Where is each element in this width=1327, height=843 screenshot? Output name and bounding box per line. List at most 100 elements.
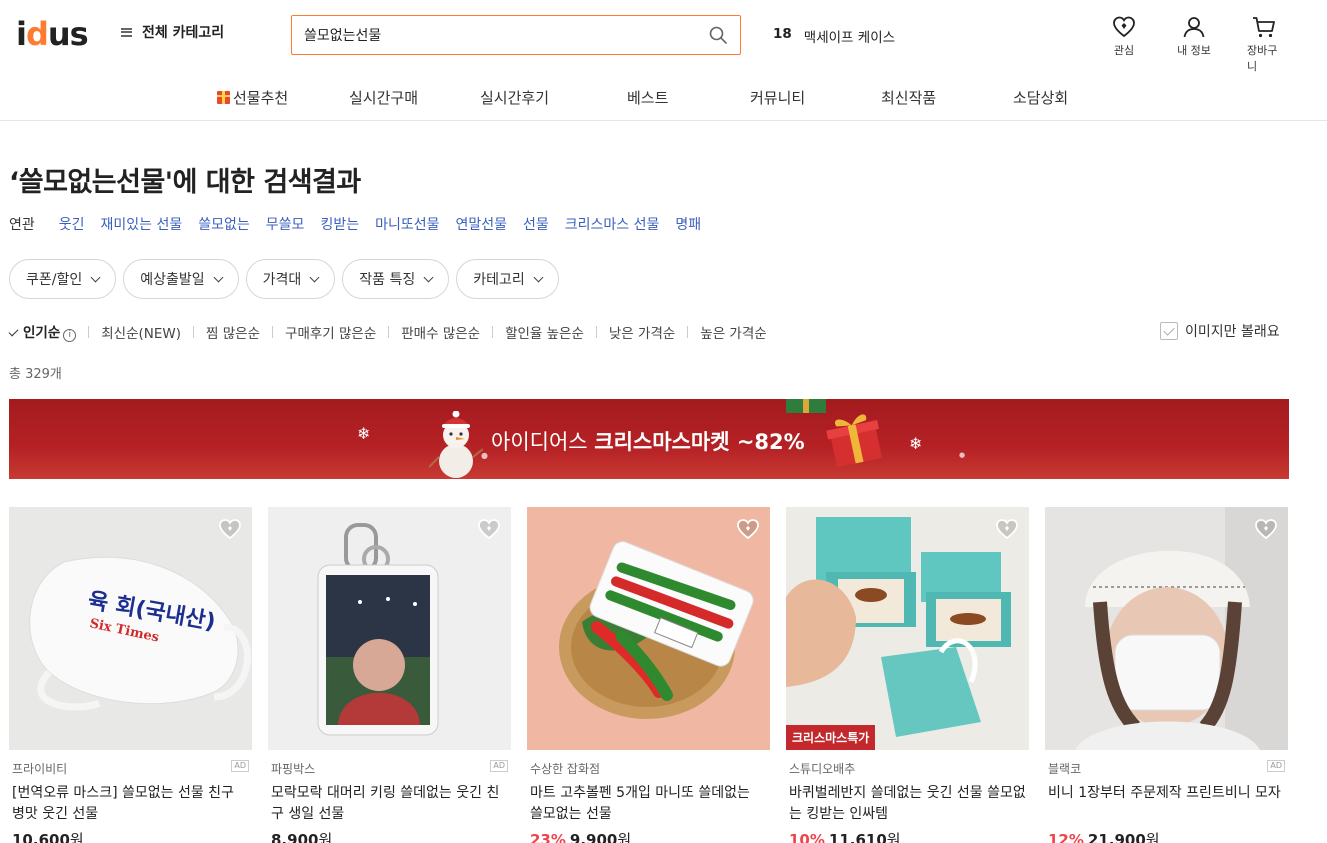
nav-realtime-purchase[interactable]: 실시간구매 (349, 87, 418, 108)
product-image[interactable] (1045, 507, 1288, 750)
filter-label: 가격대 (262, 272, 302, 288)
related-tag[interactable]: 웃긴 (59, 214, 85, 234)
image-only-checkbox[interactable] (1160, 322, 1178, 340)
info-icon[interactable]: i (63, 329, 77, 342)
sort-price-low[interactable]: 낮은 가격순 (609, 322, 675, 342)
sort-most-liked[interactable]: 찜 많은순 (206, 322, 260, 342)
product-image[interactable] (268, 507, 511, 750)
price-unit: 원 (617, 831, 632, 843)
sort-best-selling[interactable]: 판매수 많은순 (401, 322, 480, 342)
sort-label: 인기순 (23, 325, 61, 341)
product-name[interactable]: [번역오류 마스크] 쓸모없는 선물 친구 병맛 웃긴 선물 (9, 783, 252, 825)
related-tag[interactable]: 마니또선물 (375, 214, 439, 234)
product-card[interactable]: 크리스마스특가 스튜디오배추 바퀴벌레반지 쓸데없는 웃긴 선물 쓸모없는 킹받… (786, 507, 1029, 843)
product-card[interactable]: 수상한 잡화점 마트 고추볼펜 5개입 마니또 쓸데없는 쓸모없는 선물 23%… (527, 507, 770, 843)
heart-icon[interactable] (1254, 517, 1278, 541)
product-image[interactable] (527, 507, 770, 750)
main-nav: 선물추천 실시간구매 실시간후기 베스트 커뮤니티 최신작품 소담상회 (0, 70, 1327, 121)
heart-icon[interactable] (995, 517, 1019, 541)
sort-popular[interactable]: 인기순 i (8, 321, 77, 342)
product-name[interactable]: 마트 고추볼펜 5개입 마니또 쓸데없는 쓸모없는 선물 (527, 783, 770, 825)
nav-latest[interactable]: 최신작품 (881, 87, 936, 108)
filter-price[interactable]: 가격대 (245, 259, 336, 299)
nav-gift-recommend[interactable]: 선물추천 (217, 87, 288, 108)
sort-most-reviews[interactable]: 구매후기 많은순 (285, 322, 376, 342)
discount-rate: 12% (1048, 831, 1084, 843)
divider (687, 325, 689, 338)
my-info-button[interactable]: 내 정보 (1177, 14, 1211, 74)
trending-term: 맥세이프 케이스 (803, 30, 896, 46)
product-card[interactable]: 육 회(국내산) Six Times 프라이비티 AD [번역오류 마스크] 쓸모… (9, 507, 252, 843)
search-box[interactable] (291, 15, 741, 55)
filter-label: 쿠폰/할인 (26, 272, 83, 288)
related-tag[interactable]: 연말선물 (455, 214, 507, 234)
divider (272, 325, 274, 338)
product-image[interactable]: 크리스마스특가 (786, 507, 1029, 750)
product-grid: 육 회(국내산) Six Times 프라이비티 AD [번역오류 마스크] 쓸모… (9, 507, 1291, 843)
keyring-product-image (268, 507, 511, 750)
filter-coupon[interactable]: 쿠폰/할인 (9, 259, 117, 299)
divider (88, 325, 90, 338)
header: idus 전체 카테고리 18 맥세이프 케이스 관심 내 정보 장바구니 (0, 0, 1327, 73)
cart-icon (1253, 17, 1275, 38)
filter-label: 작품 특징 (359, 272, 416, 288)
related-tag[interactable]: 무쓸모 (266, 214, 305, 234)
all-category-button[interactable]: 전체 카테고리 (121, 22, 224, 42)
idus-logo[interactable]: idus (16, 18, 89, 50)
banner-text: 아이디어스 크리스마스마켓 ~82% (491, 426, 805, 456)
nav-realtime-review[interactable]: 실시간후기 (480, 87, 549, 108)
christmas-market-banner[interactable]: ❄ ❄ ● ● 아이디어스 크리스마스마켓 ~82% (9, 399, 1289, 479)
product-name[interactable]: 모락모락 대머리 키링 쓸데없는 웃긴 친구 생일 선물 (268, 783, 511, 825)
nav-best[interactable]: 베스트 (627, 87, 668, 108)
search-input[interactable] (304, 27, 708, 43)
price-value: 11,610 (828, 831, 887, 843)
sort-price-high[interactable]: 높은 가격순 (700, 322, 766, 342)
nav-sodam[interactable]: 소담상회 (1013, 87, 1068, 108)
price-unit: 원 (1145, 831, 1160, 843)
related-tag[interactable]: 크리스마스 선물 (565, 214, 660, 234)
search-result-title: ‘쓸모없는선물'에 대한 검색결과 (9, 167, 361, 198)
check-icon (8, 326, 19, 337)
filter-features[interactable]: 작품 특징 (342, 259, 450, 299)
divider (193, 325, 195, 338)
filter-label: 카테고리 (473, 272, 525, 288)
heart-icon[interactable] (218, 517, 242, 541)
mask-product-image: 육 회(국내산) Six Times (9, 507, 252, 750)
filter-shipping-date[interactable]: 예상출발일 (123, 259, 239, 299)
product-name[interactable]: 비니 1장부터 주문제작 프린트비니 모자 (1045, 783, 1288, 825)
filter-category[interactable]: 카테고리 (456, 259, 559, 299)
heart-icon[interactable] (477, 517, 501, 541)
shop-name[interactable]: 스튜디오배추 (789, 760, 855, 777)
heart-icon[interactable] (736, 517, 760, 541)
sort-newest[interactable]: 최신순(NEW) (101, 322, 181, 342)
image-only-toggle[interactable]: 이미지만 볼래요 (1160, 321, 1280, 341)
shop-name[interactable]: 파핑박스 (271, 760, 315, 777)
product-name[interactable]: 바퀴벌레반지 쓸데없는 웃긴 선물 쓸모없는 킹받는 인싸템 (786, 783, 1029, 825)
nav-label: 선물추천 (233, 89, 289, 107)
chevron-down-icon (423, 272, 434, 282)
search-icon[interactable] (708, 25, 728, 45)
related-tag[interactable]: 킹받는 (320, 214, 359, 234)
trending-keyword[interactable]: 18 맥세이프 케이스 (773, 26, 895, 46)
shop-name[interactable]: 수상한 잡화점 (530, 760, 600, 777)
trending-rank: 18 (773, 26, 792, 42)
christmas-sale-badge: 크리스마스특가 (786, 725, 876, 750)
related-tag[interactable]: 선물 (523, 214, 549, 234)
shop-name[interactable]: 프라이비티 (12, 760, 67, 777)
product-card[interactable]: 블랙코 AD 비니 1장부터 주문제작 프린트비니 모자 12% 21,900원 (1045, 507, 1288, 843)
sort-discount[interactable]: 할인율 높은순 (505, 322, 584, 342)
cart-button[interactable]: 장바구니 (1247, 14, 1281, 74)
shop-name[interactable]: 블랙코 (1048, 760, 1081, 777)
product-image[interactable]: 육 회(국내산) Six Times (9, 507, 252, 750)
ad-badge: AD (1267, 760, 1285, 772)
related-tag[interactable]: 명패 (675, 214, 701, 234)
related-tag[interactable]: 재미있는 선물 (101, 214, 183, 234)
menu-icon (121, 27, 132, 37)
related-tag[interactable]: 쓸모없는 (198, 214, 250, 234)
shop-row: 수상한 잡화점 (527, 760, 770, 777)
nav-community[interactable]: 커뮤니티 (750, 87, 805, 108)
favorites-button[interactable]: 관심 (1107, 14, 1141, 74)
discount-rate: 23% (530, 831, 566, 843)
product-price: 10,600원 (9, 829, 252, 843)
product-card[interactable]: 파핑박스 AD 모락모락 대머리 키링 쓸데없는 웃긴 친구 생일 선물 8,90… (268, 507, 511, 843)
